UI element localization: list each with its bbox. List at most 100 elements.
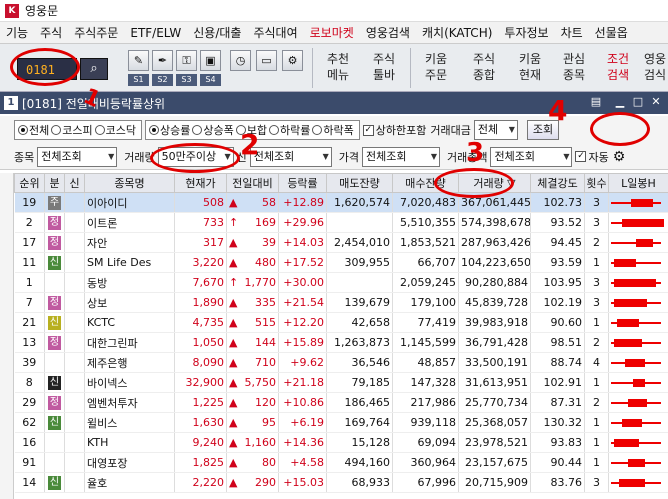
volume-cell: 20,715,909 bbox=[458, 472, 531, 493]
column-header-10[interactable]: 체결강도 bbox=[530, 173, 585, 193]
menu-item-9[interactable]: 투자정보 bbox=[498, 24, 554, 41]
strength-cell: 102.91 bbox=[530, 372, 585, 393]
table-row[interactable]: 91 대영포장 1,825 ▲ 80 +4.58 494,160 360,964 23,157,… bbox=[14, 452, 668, 473]
count-cell: 3 bbox=[584, 272, 609, 293]
stock-select[interactable]: 전체조회 bbox=[37, 146, 118, 167]
menu-item-3[interactable]: ETF/ELW bbox=[124, 26, 187, 40]
minimize-icon[interactable]: ▁ bbox=[612, 94, 628, 110]
bid-cell: 48,857 bbox=[392, 352, 459, 373]
stock-name: 대영포장 bbox=[84, 452, 175, 473]
table-row[interactable]: 1 동방 7,670 ↑ 1,770 +30.00 2,059,245 90,280,884 1… bbox=[14, 272, 668, 293]
radio-fall-rate[interactable]: 하락률 bbox=[269, 122, 310, 138]
table-row[interactable]: 2 정 이트론 733 ↑ 169 +29.96 5,510,355 574,398,678 93… bbox=[14, 212, 668, 233]
market-badge bbox=[44, 432, 65, 453]
toolbar-menu-hero-search[interactable]: 영웅 검식 bbox=[642, 48, 668, 88]
screen-code-input[interactable]: 0181 bbox=[17, 58, 77, 80]
toolbar-menu-condition-search[interactable]: 조건 검색 bbox=[598, 48, 638, 88]
table-row[interactable]: 62 신 윌비스 1,630 ▲ 95 +6.19 169,764 939,118 25,368,… bbox=[14, 412, 668, 433]
close-icon[interactable]: ✕ bbox=[648, 94, 664, 110]
strength-cell: 103.95 bbox=[530, 272, 585, 293]
memo-icon[interactable]: ✎ bbox=[128, 50, 149, 71]
count-cell: 3 bbox=[584, 212, 609, 233]
column-header-3[interactable]: 종목명 bbox=[84, 173, 175, 193]
camera-icon[interactable]: ▣ bbox=[200, 50, 221, 71]
window-number: 1 bbox=[4, 96, 18, 110]
window-link-icon[interactable]: ▤ bbox=[588, 94, 604, 110]
menu-item-0[interactable]: 기능 bbox=[0, 24, 34, 41]
volume-cell: 367,061,445 bbox=[458, 192, 531, 213]
s4-button[interactable]: S4 bbox=[200, 74, 221, 86]
price-select[interactable]: 전체조회 bbox=[362, 146, 440, 167]
column-header-8[interactable]: 매수잔량 bbox=[392, 173, 459, 193]
menu-item-8[interactable]: 캐치(KATCH) bbox=[416, 24, 498, 41]
menu-item-4[interactable]: 신용/대출 bbox=[187, 24, 247, 41]
toolbar-menu-recommend[interactable]: 추천 메뉴 bbox=[318, 48, 358, 88]
table-row[interactable]: 29 정 엠벤처투자 1,225 ▲ 120 +10.86 186,465 217,986 25,… bbox=[14, 392, 668, 413]
credit-select[interactable]: 전체조회 bbox=[249, 146, 332, 167]
table-row[interactable]: 8 신 바이넥스 32,900 ▲ 5,750 +21.18 79,185 147,328 31,… bbox=[14, 372, 668, 393]
market-badge: 정 bbox=[44, 212, 65, 233]
search-icon[interactable]: ⌕ bbox=[80, 58, 108, 80]
toolbar-menu-kiwoom-order[interactable]: 키움 주문 bbox=[416, 48, 456, 88]
table-row[interactable]: 13 정 대한그린파 1,050 ▲ 144 +15.89 1,263,873 1,145,59… bbox=[14, 332, 668, 353]
menu-item-5[interactable]: 주식대여 bbox=[247, 24, 303, 41]
change-value: 5,750 bbox=[244, 376, 277, 389]
table-row[interactable]: 21 신 KCTC 4,735 ▲ 515 +12.20 42,658 77,419 39,983… bbox=[14, 312, 668, 333]
column-header-2[interactable]: 신 bbox=[64, 173, 85, 193]
toolbar-menu-stock-overview[interactable]: 주식 종합 bbox=[462, 48, 506, 88]
radio-rise-amount[interactable]: 상승폭 bbox=[192, 122, 234, 138]
column-header-12[interactable]: L일봉H bbox=[608, 173, 668, 193]
radio-rise-rate[interactable]: 상승률 bbox=[149, 122, 190, 138]
ranking-table: 순위 분 신 종목명 현재가 전일대비 등락률 매도잔량 매수잔량 거래량 ▽ 체결강도 횟수 L일봉H… bbox=[14, 173, 668, 493]
maximize-icon[interactable]: □ bbox=[630, 94, 646, 110]
column-header-9[interactable]: 거래량 ▽ bbox=[458, 173, 531, 193]
menu-item-7[interactable]: 영웅검색 bbox=[360, 24, 416, 41]
limit-include-checkbox[interactable]: ✓ bbox=[362, 124, 374, 136]
menu-item-2[interactable]: 주식주문 bbox=[68, 24, 124, 41]
column-header-5[interactable]: 전일대비 bbox=[226, 173, 279, 193]
lock-icon[interactable]: ⚿ bbox=[176, 50, 197, 71]
column-header-7[interactable]: 매도잔량 bbox=[326, 173, 393, 193]
menu-item-1[interactable]: 주식 bbox=[34, 24, 68, 41]
toolbar-menu-watchlist[interactable]: 관심 종목 bbox=[554, 48, 594, 88]
change-cell: ▲ 290 bbox=[226, 472, 279, 493]
clock-icon[interactable]: ◷ bbox=[230, 50, 251, 71]
trade-value-select[interactable]: 전체 bbox=[473, 120, 518, 140]
radio-market-all[interactable]: 전체 bbox=[18, 122, 49, 138]
auto-checkbox[interactable]: ✓ bbox=[575, 151, 587, 162]
table-row[interactable]: 14 신 율호 2,220 ▲ 290 +15.03 68,933 67,996 20,715,9… bbox=[14, 472, 668, 493]
change-value: 335 bbox=[255, 296, 276, 309]
table-row[interactable]: 39 제주은행 8,090 ▲ 710 +9.62 36,546 48,857 33,500,1… bbox=[14, 352, 668, 373]
toolbar-divider bbox=[312, 48, 313, 88]
table-row[interactable]: 11 신 SM Life Des 3,220 ▲ 480 +17.52 309,955 66,7… bbox=[14, 252, 668, 273]
s2-button[interactable]: S2 bbox=[152, 74, 173, 86]
settings-gear-icon[interactable]: ⚙ bbox=[613, 149, 626, 165]
radio-kosdaq[interactable]: 코스닥 bbox=[94, 122, 136, 138]
s3-button[interactable]: S3 bbox=[176, 74, 197, 86]
table-row[interactable]: 16 KTH 9,240 ▲ 1,160 +14.36 15,128 69,094 23,978… bbox=[14, 432, 668, 453]
volume-select[interactable]: 50만주이상 bbox=[157, 146, 234, 167]
column-header-11[interactable]: 횟수 bbox=[584, 173, 609, 193]
column-header-1[interactable]: 분 bbox=[44, 173, 65, 193]
menu-item-6[interactable]: 로보마켓 bbox=[304, 24, 360, 41]
daily-candle-bar bbox=[613, 439, 639, 447]
toolbar-menu-stock-toolbar[interactable]: 주식 툴바 bbox=[364, 48, 404, 88]
brush-icon[interactable]: ✒ bbox=[152, 50, 173, 71]
column-header-6[interactable]: 등락률 bbox=[278, 173, 327, 193]
radio-fall-amount[interactable]: 하락폭 bbox=[312, 122, 354, 138]
table-row[interactable]: 19 주 이아이디 508 ▲ 58 +12.89 1,620,574 7,020,483 367… bbox=[14, 192, 668, 213]
rank-cell: 13 bbox=[14, 332, 45, 353]
credit-badge bbox=[64, 252, 85, 273]
column-header-4[interactable]: 현재가 bbox=[174, 173, 227, 193]
table-row[interactable]: 7 정 상보 1,890 ▲ 335 +21.54 139,679 179,100 45,839,… bbox=[14, 292, 668, 313]
menu-item-11[interactable]: 선물옵 bbox=[589, 24, 634, 41]
toolbar-menu-kiwoom-current[interactable]: 키움 현재 bbox=[510, 48, 550, 88]
s1-button[interactable]: S1 bbox=[128, 74, 149, 86]
column-header-0[interactable]: 순위 bbox=[14, 173, 45, 193]
total-select[interactable]: 전체조회 bbox=[490, 146, 573, 167]
monitor-icon[interactable]: ▭ bbox=[256, 50, 277, 71]
gear-icon[interactable]: ⚙ bbox=[282, 50, 303, 71]
radio-kospi[interactable]: 코스피 bbox=[51, 122, 93, 138]
table-row[interactable]: 17 정 자안 317 ▲ 39 +14.03 2,454,010 1,853,521 287,9… bbox=[14, 232, 668, 253]
menu-item-10[interactable]: 차트 bbox=[555, 24, 589, 41]
